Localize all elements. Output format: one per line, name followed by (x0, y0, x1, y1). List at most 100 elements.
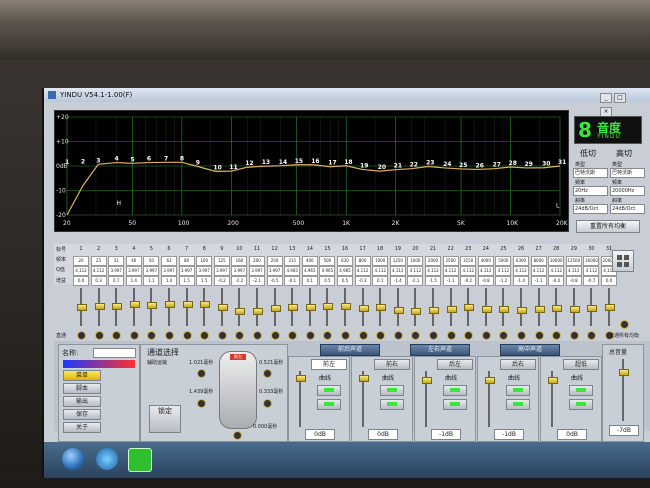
eq-q-cell[interactable]: 4.112 (548, 266, 565, 276)
bypass-toggle[interactable] (429, 331, 438, 340)
master-slider[interactable] (619, 369, 629, 376)
eq-freq-cell[interactable]: 1000 (372, 256, 389, 266)
eq-gain-cell[interactable]: -1.1 (530, 276, 547, 286)
app-taskbar-icon[interactable] (128, 448, 152, 472)
eq-gain-cell[interactable]: -0.7 (583, 276, 600, 286)
band-marker[interactable]: 22 (410, 162, 418, 169)
eq-freq-cell[interactable]: 400 (301, 256, 318, 266)
menu-button-2[interactable]: 输出 (63, 396, 101, 407)
bypass-toggle[interactable] (270, 331, 280, 340)
bypass-toggle[interactable] (112, 331, 122, 340)
band-marker[interactable]: 2 (81, 158, 85, 165)
gain-slider[interactable] (253, 308, 263, 316)
band-marker[interactable]: 28 (509, 160, 517, 167)
eq-q-cell[interactable]: 4.112 (425, 266, 441, 276)
eq-freq-cell[interactable]: 100 (196, 256, 213, 266)
eq-gain-cell[interactable]: 0.7 (108, 276, 125, 286)
high-slope-select[interactable]: 24dB/Oct (610, 204, 645, 214)
eq-q-cell[interactable]: 4.112 (442, 266, 459, 276)
eq-q-cell[interactable]: 4.112 (583, 266, 600, 276)
eq-gain-cell[interactable]: -1.4 (513, 276, 529, 286)
eq-q-cell[interactable]: 4.112 (513, 266, 529, 276)
eq-freq-cell[interactable]: 160 (231, 256, 248, 266)
bypass-toggle[interactable] (341, 331, 350, 340)
eq-q-cell[interactable]: 3.997 (178, 266, 195, 276)
eq-q-cell[interactable]: 3.997 (108, 266, 125, 276)
eq-q-cell[interactable]: 4.112 (90, 266, 107, 276)
eq-gain-cell[interactable]: -0.2 (213, 276, 230, 286)
eq-q-cell[interactable]: 3.997 (231, 266, 248, 276)
reset-eq-button[interactable]: 重置所有均衡 (576, 220, 640, 233)
name-input[interactable] (93, 348, 136, 358)
band-marker[interactable]: 9 (196, 159, 200, 166)
bypass-toggle[interactable] (393, 331, 403, 340)
eq-q-cell[interactable]: 3.997 (266, 266, 283, 276)
bypass-toggle[interactable] (376, 331, 386, 340)
band-marker[interactable]: 30 (542, 161, 550, 168)
gain-slider[interactable] (393, 306, 404, 314)
menu-button-1[interactable]: 脚本 (63, 383, 101, 394)
bypass-toggle[interactable] (499, 331, 509, 340)
bypass-toggle[interactable] (517, 331, 526, 340)
gain-slider[interactable] (182, 301, 193, 308)
eq-gain-cell[interactable]: 1.4 (125, 276, 142, 286)
band-marker[interactable]: 18 (344, 159, 352, 166)
eq-gain-cell[interactable]: 0.0 (73, 276, 89, 286)
band-marker[interactable]: 24 (443, 161, 451, 168)
minimize-icon[interactable]: _ (600, 93, 612, 103)
eq-gain-cell[interactable]: 0.5 (319, 276, 336, 286)
eq-gain-cell[interactable]: -1.2 (495, 276, 512, 286)
mute-button[interactable] (380, 385, 404, 396)
eq-gain-cell[interactable]: -0.3 (354, 276, 371, 286)
low-slope-select[interactable]: 24dB/Oct (573, 204, 608, 214)
channel-name-button[interactable]: 后右 (500, 359, 536, 370)
eq-freq-cell[interactable]: 630 (337, 256, 353, 266)
eq-q-cell[interactable]: 4.112 (389, 266, 406, 276)
eq-freq-cell[interactable]: 3150 (460, 256, 477, 266)
eq-freq-cell[interactable]: 2000 (425, 256, 441, 266)
gain-slider[interactable] (411, 308, 422, 316)
browser-icon[interactable] (96, 448, 118, 470)
band-marker[interactable]: 17 (328, 160, 336, 167)
eq-gain-cell[interactable]: 1.5 (178, 276, 195, 286)
band-marker[interactable]: 3 (96, 157, 100, 164)
gain-slider[interactable] (569, 305, 580, 313)
bypass-toggle[interactable] (552, 331, 562, 340)
eq-freq-cell[interactable]: 800 (354, 256, 371, 266)
eq-freq-cell[interactable]: 50 (143, 256, 160, 266)
gain-slider[interactable] (112, 302, 123, 310)
band-marker[interactable]: 6 (147, 156, 151, 163)
eq-q-cell[interactable]: 4.112 (477, 266, 494, 276)
eq-gain-cell[interactable]: 0.3 (90, 276, 107, 286)
eq-gain-cell[interactable]: -2.1 (407, 276, 424, 286)
eq-gain-cell[interactable]: -0.1 (284, 276, 301, 286)
eq-gain-cell[interactable]: 0.5 (337, 276, 353, 286)
bypass-toggle[interactable] (464, 331, 474, 340)
gain-slider[interactable] (341, 303, 351, 310)
bypass-toggle[interactable] (182, 331, 192, 340)
gain-slider[interactable] (305, 303, 316, 311)
volume-slider[interactable] (548, 377, 558, 384)
bypass-all-toggle[interactable] (620, 320, 629, 329)
eq-gain-cell[interactable]: -0.4 (548, 276, 565, 286)
volume-slider[interactable] (422, 377, 432, 384)
speaker-icon-sub[interactable] (233, 431, 242, 440)
volume-slider[interactable] (485, 377, 495, 384)
gain-slider[interactable] (94, 303, 105, 311)
hp-marker[interactable]: H (116, 200, 121, 207)
eq-q-cell[interactable]: 4.112 (372, 266, 389, 276)
speaker-icon-rl[interactable] (197, 399, 206, 408)
bypass-toggle[interactable] (217, 331, 227, 340)
gain-slider[interactable] (129, 301, 140, 309)
eq-freq-cell[interactable]: 5000 (495, 256, 512, 266)
bypass-toggle[interactable] (77, 331, 86, 340)
band-marker[interactable]: 14 (279, 159, 287, 166)
eq-gain-cell[interactable]: -0.5 (266, 276, 283, 286)
phase-button[interactable] (506, 399, 530, 410)
eq-gain-cell[interactable]: 0.1 (301, 276, 318, 286)
eq-freq-cell[interactable]: 8000 (530, 256, 547, 266)
band-marker[interactable]: 23 (426, 159, 434, 166)
band-marker[interactable]: 21 (394, 163, 402, 170)
eq-gain-cell[interactable]: -2.1 (249, 276, 265, 286)
gain-slider[interactable] (147, 301, 158, 309)
